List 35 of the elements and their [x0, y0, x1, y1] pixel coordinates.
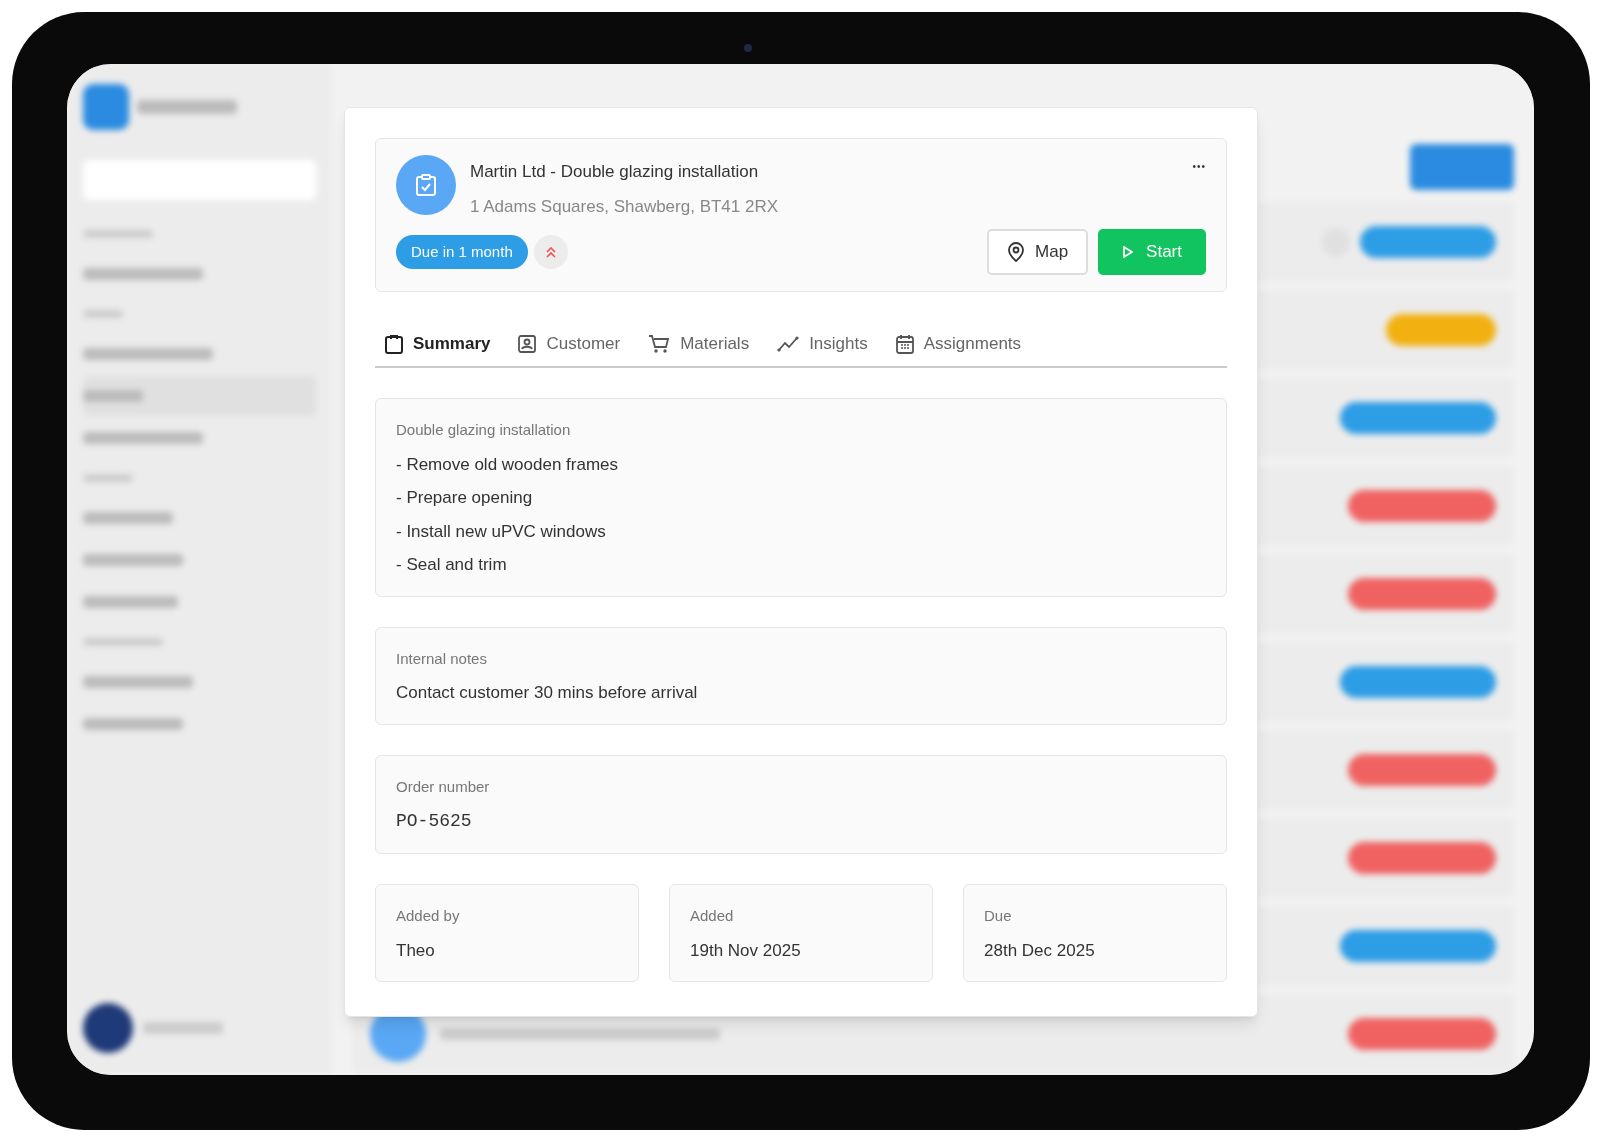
calendar-icon	[895, 334, 914, 354]
description-line: - Remove old wooden frames	[396, 453, 620, 476]
field-value: PO-5625	[396, 810, 473, 833]
map-pin-icon	[1007, 242, 1025, 262]
field-label: Order number	[396, 776, 491, 797]
field-value: Contact customer 30 mins before arrival	[396, 682, 699, 704]
field-label: Added	[690, 906, 735, 926]
tab[interactable]: Assignments	[885, 322, 1032, 366]
field-label: Double glazing installation	[396, 420, 572, 440]
tab[interactable]: Customer	[508, 322, 631, 366]
camera-icon	[744, 44, 752, 52]
job-address: 1 Adams Squares, Shawberg, BT41 2RX	[470, 195, 780, 218]
tab[interactable]: Summary	[375, 322, 501, 366]
clipboard-check-icon	[415, 173, 437, 197]
field-label: Internal notes	[396, 648, 488, 669]
trend-line-icon	[777, 336, 800, 352]
play-icon	[1122, 245, 1135, 259]
map-button[interactable]: Map	[987, 229, 1089, 275]
clipboard-icon	[385, 334, 403, 354]
description-line: - Prepare opening	[396, 487, 534, 509]
contact-card-icon	[518, 335, 537, 353]
chevrons-up-icon	[544, 246, 557, 258]
field-label: Added by	[396, 906, 461, 926]
due-badge: Due in 1 month	[396, 235, 528, 269]
field-label: Due	[984, 906, 1013, 926]
description-line: - Install new uPVC windows	[396, 520, 607, 543]
job-title: Martin Ltd - Double glazing installation	[470, 161, 760, 183]
field-value: 19th Nov 2025	[690, 939, 802, 962]
cart-icon	[648, 334, 671, 354]
tab[interactable]: Insights	[767, 322, 878, 366]
more-button[interactable]: •••	[1192, 155, 1206, 174]
field-value: Theo	[396, 939, 436, 962]
description-line: - Seal and trim	[396, 554, 508, 576]
field-value: 28th Dec 2025	[984, 939, 1096, 962]
tab[interactable]: Materials	[638, 322, 760, 366]
